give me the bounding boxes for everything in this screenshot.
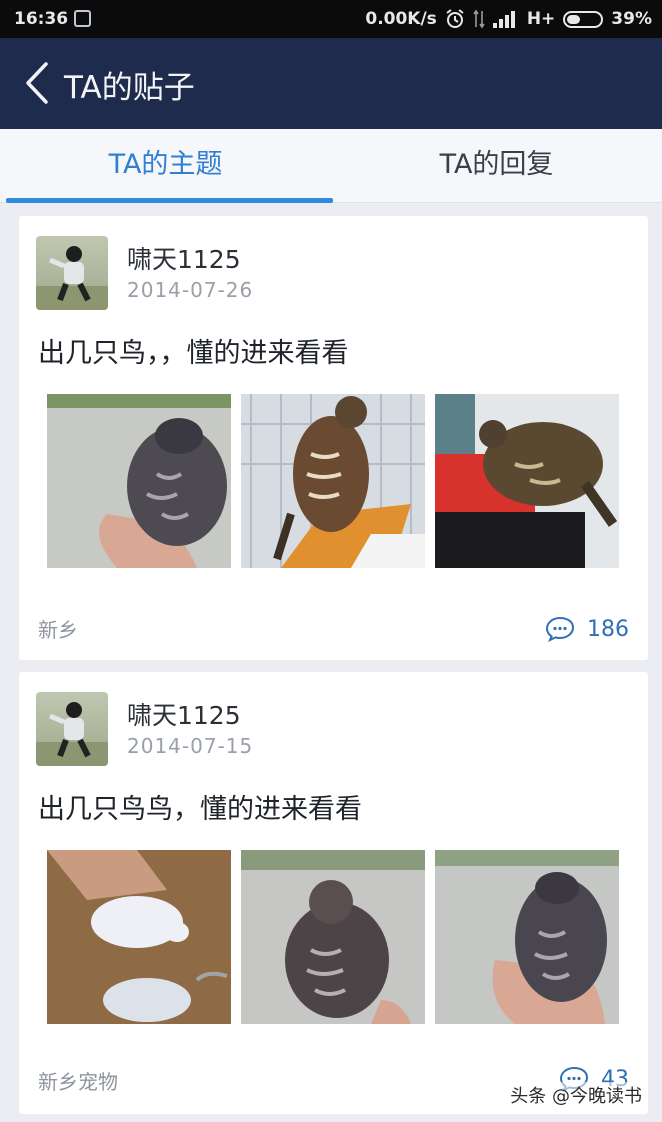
page-title: TA的贴子	[64, 70, 195, 106]
status-bar: 16:36 0.00K/s H+ 39%	[0, 0, 662, 38]
back-button[interactable]	[22, 60, 62, 108]
post-photo[interactable]	[241, 394, 425, 568]
status-time: 16:36	[14, 9, 69, 29]
avatar[interactable]	[36, 692, 108, 766]
network-speed: 0.00K/s	[365, 9, 437, 29]
active-tab-indicator	[6, 198, 333, 203]
photo-grid	[47, 394, 619, 568]
signal-icon	[492, 11, 515, 28]
notification-app-icon	[74, 10, 91, 27]
battery-icon	[563, 10, 604, 28]
comment-count-button[interactable]: 186	[545, 616, 629, 642]
user-avatar-image	[36, 702, 108, 766]
post-title[interactable]: 出几只鸟，，懂的进来看看	[38, 331, 349, 370]
alarm-icon	[446, 9, 464, 28]
post-photo[interactable]	[435, 850, 619, 1024]
status-indicators: 0.00K/s H+ 39%	[365, 9, 652, 29]
post-date: 2014-07-15	[127, 734, 254, 758]
photo-grid	[47, 850, 619, 1024]
comment-bubble-icon	[545, 616, 575, 642]
post-photo[interactable]	[241, 850, 425, 1024]
post-date: 2014-07-26	[127, 278, 254, 302]
network-type: H+	[526, 9, 556, 29]
tab-my-topics[interactable]: TA的主题	[0, 129, 331, 203]
chevron-left-icon	[26, 62, 48, 104]
post-card[interactable]: 啸天1125 2014-07-26 出几只鸟，，懂的进来看看 新乡 186	[19, 216, 648, 660]
data-transfer-icon	[473, 9, 485, 29]
username[interactable]: 啸天1125	[127, 240, 241, 276]
post-photo[interactable]	[435, 394, 619, 568]
tab-my-replies[interactable]: TA的回复	[331, 129, 662, 203]
watermark: 头条 @今晚读书	[508, 1082, 644, 1108]
post-location: 新乡	[38, 618, 78, 642]
post-photo[interactable]	[47, 394, 231, 568]
username[interactable]: 啸天1125	[127, 696, 241, 732]
post-title[interactable]: 出几只鸟鸟，懂的进来看看	[38, 787, 362, 826]
battery-level: 39%	[611, 9, 652, 29]
avatar[interactable]	[36, 236, 108, 310]
comment-count: 186	[587, 616, 629, 642]
tab-bar: TA的主题 TA的回复	[0, 129, 662, 203]
post-card[interactable]: 啸天1125 2014-07-15 出几只鸟鸟，懂的进来看看 新乡宠物 43	[19, 672, 648, 1114]
post-location: 新乡宠物	[38, 1070, 118, 1094]
user-avatar-image	[36, 246, 108, 310]
nav-bar: TA的贴子	[0, 38, 662, 129]
post-photo[interactable]	[47, 850, 231, 1024]
